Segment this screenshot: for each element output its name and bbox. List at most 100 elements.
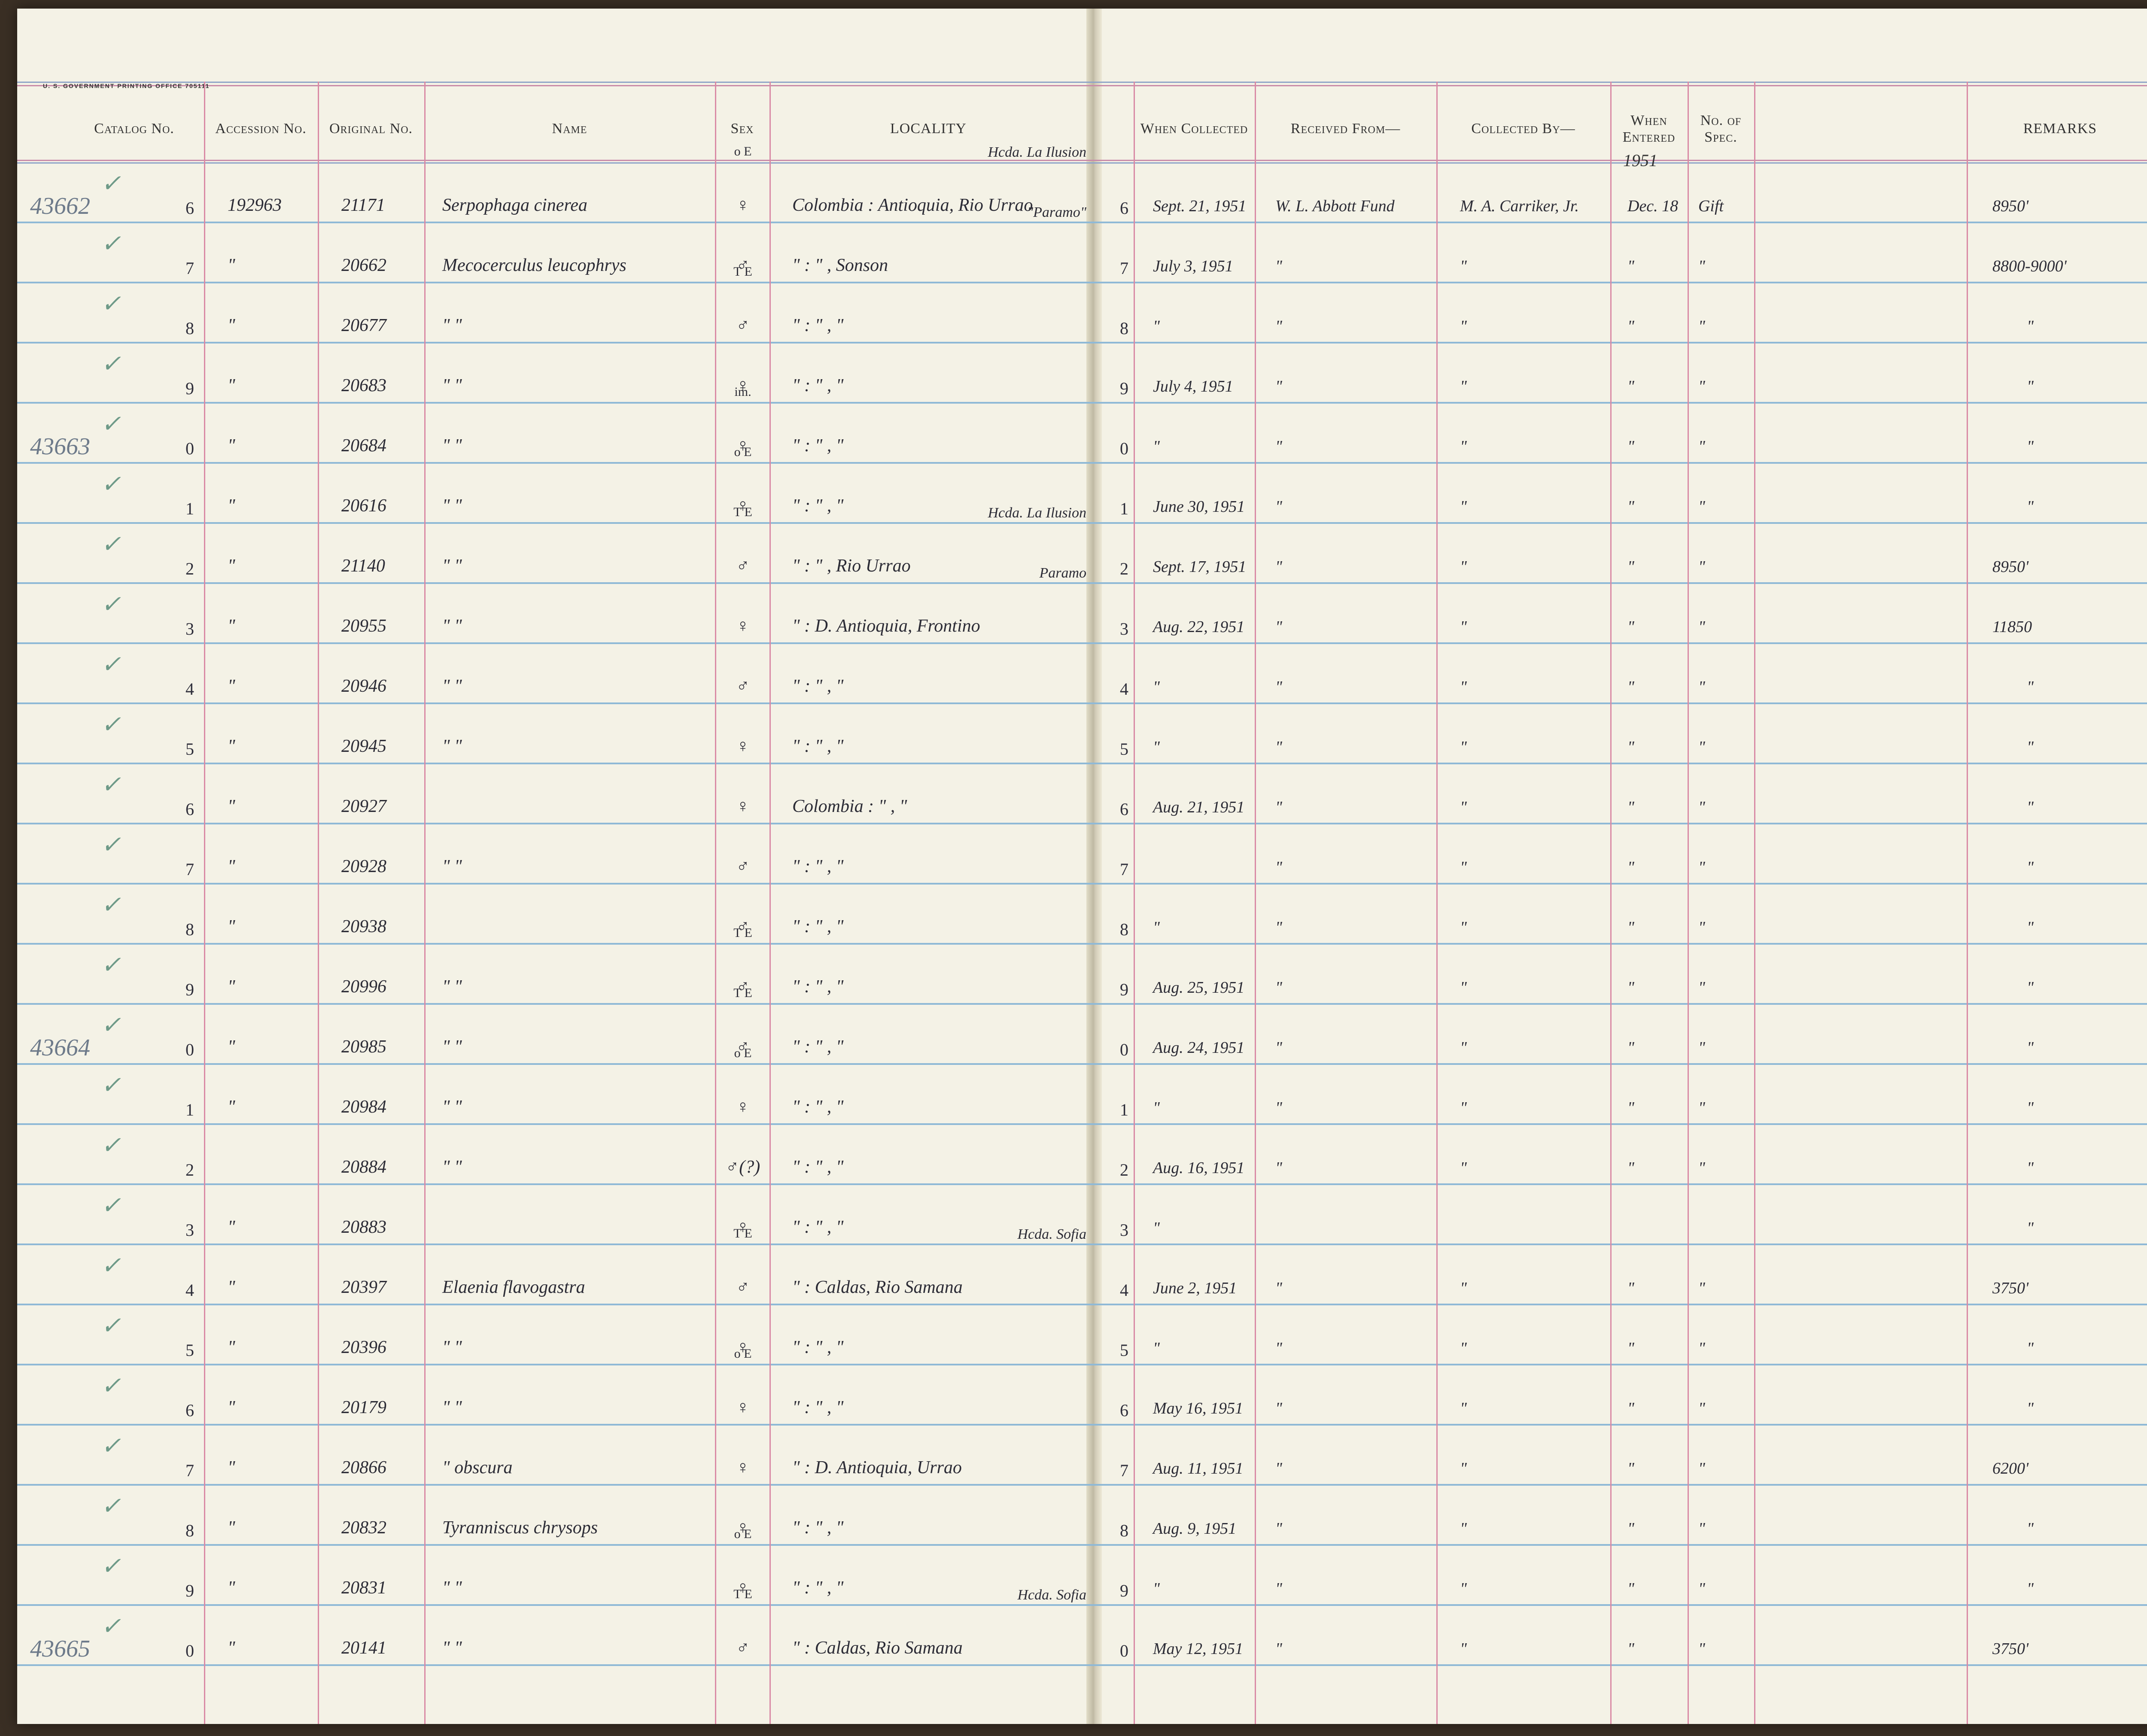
table-row: ✓ 3 " 20955 " " ♀ " : D. Antioquia, Frontino 3 A…: [17, 565, 2147, 644]
table-row: ✓ 9 " 20683 " " ♀ " : " , " 9 July 4, 1951 " " " " ": [17, 344, 2147, 404]
when-entered: ": [1627, 918, 1634, 936]
no-of-spec: ": [1698, 1159, 1705, 1177]
page-digit: 8: [1120, 1521, 1128, 1540]
original-no: 20677: [341, 316, 386, 335]
collected-by: ": [1460, 798, 1467, 816]
received-from: ": [1275, 1039, 1282, 1057]
when-entered: ": [1627, 798, 1634, 816]
species-name: " ": [442, 496, 462, 516]
remarks: 6200': [1992, 1459, 2029, 1478]
page-digit: 8: [1120, 319, 1128, 338]
catalog-prefix: 43665: [30, 1636, 90, 1662]
accession-no: ": [228, 1518, 235, 1538]
date-collected: Sept. 21, 1951: [1153, 197, 1247, 215]
checkmark: ✓: [101, 1132, 121, 1159]
collected-by: ": [1460, 979, 1467, 997]
date-collected: ": [1153, 1580, 1160, 1598]
remarks: ": [2027, 1159, 2034, 1177]
accession-no: ": [228, 977, 235, 997]
catalog-digit: 9: [186, 1581, 194, 1600]
checkmark: ✓: [101, 291, 121, 317]
when-entered: ": [1627, 257, 1634, 275]
sex-note: T E: [733, 926, 752, 940]
checkmark: ✓: [101, 531, 121, 558]
catalog-digit: 2: [186, 1160, 194, 1180]
species-name: " ": [442, 616, 462, 636]
when-entered: ": [1627, 377, 1634, 395]
sex-symbol: ♂: [736, 1638, 750, 1658]
page-digit: 9: [1120, 980, 1128, 999]
species-name: " ": [442, 1157, 462, 1177]
no-of-spec: ": [1698, 1520, 1705, 1538]
checkmark: ✓: [101, 1072, 121, 1099]
sex-note: T E: [733, 1587, 752, 1601]
catalog-digit: 9: [186, 980, 194, 999]
sex-note: o E: [734, 1046, 752, 1060]
remarks: 3750': [1992, 1279, 2029, 1297]
catalog-digit: 0: [186, 1040, 194, 1059]
when-entered: ": [1627, 1640, 1634, 1658]
catalog-prefix: 43662: [30, 193, 90, 219]
when-entered: ": [1627, 1099, 1634, 1117]
collected-by: ": [1460, 1279, 1467, 1297]
sex-note: T E: [733, 986, 752, 1000]
received-from: ": [1275, 257, 1282, 275]
sex-note: o E: [734, 144, 752, 158]
locality-text: " : " , ": [792, 496, 844, 516]
original-no: 20938: [341, 917, 386, 936]
date-collected: ": [1153, 678, 1160, 696]
checkmark: ✓: [101, 651, 121, 678]
species-name: Elaenia flavogastra: [442, 1277, 585, 1297]
when-entered: ": [1627, 1279, 1634, 1297]
locality-note: Hcda. La Ilusion: [988, 144, 1087, 160]
when-entered: ": [1627, 979, 1634, 997]
when-entered: ": [1627, 1580, 1634, 1598]
accession-no: 192963: [228, 195, 282, 215]
species-name: Mecocerculus leucophrys: [442, 255, 626, 275]
sex-symbol: ♀: [736, 195, 750, 215]
date-collected: Aug. 25, 1951: [1153, 979, 1245, 997]
no-of-spec: ": [1698, 918, 1705, 936]
original-no: 20832: [341, 1518, 386, 1538]
original-no: 20396: [341, 1338, 386, 1357]
catalog-digit: 4: [186, 679, 194, 699]
locality-text: " : " , ": [792, 1217, 844, 1237]
species-name: " ": [442, 1097, 462, 1117]
remarks: ": [2027, 738, 2034, 756]
header-name: Name: [552, 121, 587, 137]
remarks: ": [2027, 438, 2034, 456]
original-no: 20928: [341, 857, 386, 876]
remarks: ": [2027, 498, 2034, 516]
no-of-spec: ": [1698, 1279, 1705, 1297]
when-entered: ": [1627, 858, 1634, 876]
locality-text: " : " , ": [792, 1157, 844, 1177]
species-name: " ": [442, 436, 462, 456]
collected-by: ": [1460, 1099, 1467, 1117]
when-entered: ": [1627, 1039, 1634, 1057]
no-of-spec: ": [1698, 498, 1705, 516]
locality-text: " : " , ": [792, 857, 844, 876]
when-entered: ": [1627, 558, 1634, 576]
when-entered: ": [1627, 498, 1634, 516]
page-digit: 0: [1120, 1040, 1128, 1059]
catalog-digit: 1: [186, 499, 194, 518]
received-from: ": [1275, 377, 1282, 395]
species-name: " ": [442, 556, 462, 576]
catalog-digit: 3: [186, 619, 194, 638]
collected-by: ": [1460, 1339, 1467, 1357]
locality-text: " : " , ": [792, 1037, 844, 1057]
species-name: " ": [442, 977, 462, 997]
original-no: 20883: [341, 1217, 386, 1237]
accession-no: ": [228, 1638, 235, 1658]
locality-text: " : D. Antioquia, Urrao: [792, 1458, 962, 1478]
catalog-digit: 5: [186, 739, 194, 759]
remarks: ": [2027, 918, 2034, 936]
sex-symbol: ♀: [736, 1398, 750, 1417]
header-accession-no: Accession No.: [215, 121, 307, 137]
no-of-spec: ": [1698, 377, 1705, 395]
remarks: ": [2027, 1219, 2034, 1237]
species-name: " ": [442, 857, 462, 876]
locality-text: " : " , ": [792, 1518, 844, 1538]
original-no: 20616: [341, 496, 386, 516]
ledger-page: U. S. GOVERNMENT PRINTING OFFICE 705111 …: [17, 9, 2147, 1724]
